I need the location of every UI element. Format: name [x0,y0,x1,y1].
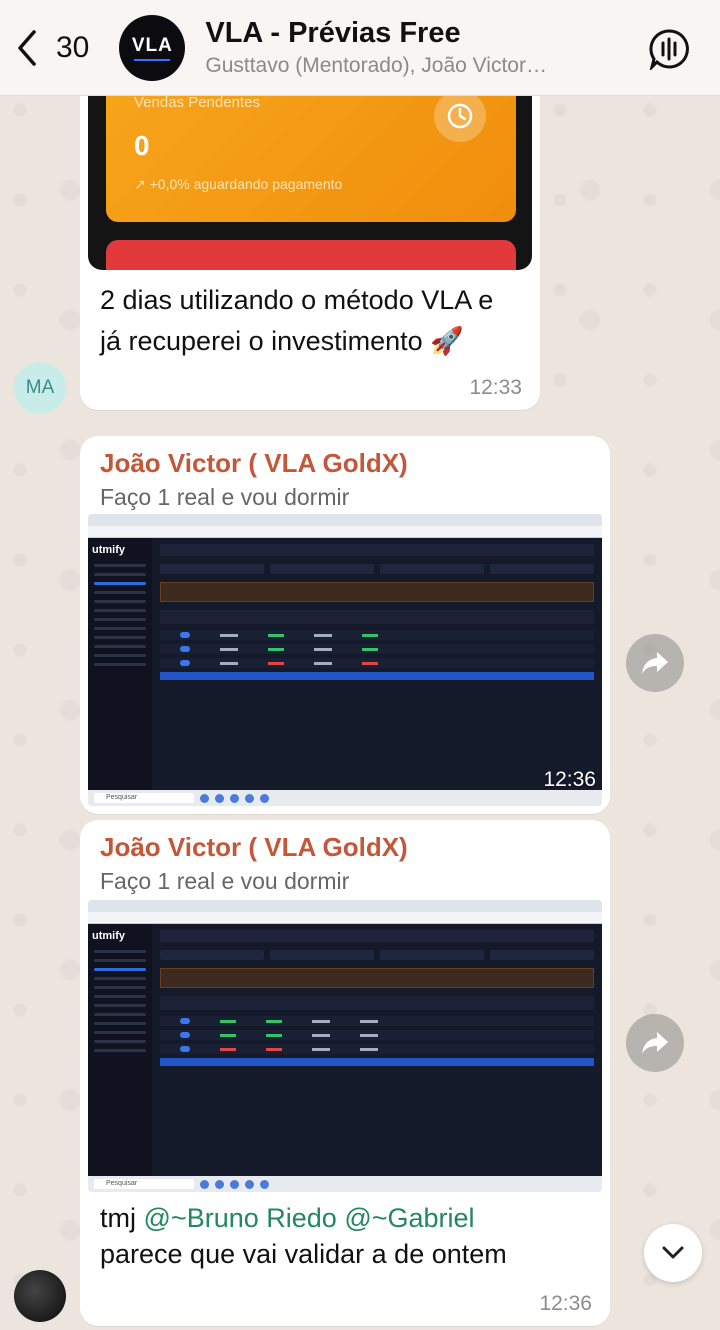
group-title: VLA - Prévias Free [205,17,461,49]
dashboard-sidebar: utmify [88,538,152,790]
message-text: tmj @~Bruno Riedo @~Gabriel parece que v… [100,1200,507,1272]
windows-taskbar: Pesquisar [88,790,602,806]
mention-link[interactable]: @~Bruno Riedo [144,1203,337,1233]
group-avatar[interactable]: VLA [119,14,186,81]
message-text: Faço 1 real e vou dormir [100,868,350,894]
browser-url-bar [88,912,602,924]
sender-name[interactable]: João Victor ( VLA GoldX) [100,832,408,863]
red-card [106,240,516,270]
back-button[interactable]: 30 [14,28,89,68]
message-image[interactable]: utmify Pesquisar [88,900,602,1192]
dashboard-screenshot: utmify [88,924,602,1176]
chevron-down-icon [662,1246,684,1259]
forward-button[interactable] [626,1014,684,1072]
message-text: 2 dias utilizando o método VLA e já recu… [100,285,494,356]
browser-tabs [88,514,602,526]
windows-taskbar: Pesquisar [88,1176,602,1192]
message-bubble[interactable]: João Victor ( VLA GoldX) Faço 1 real e v… [80,820,610,1326]
message-bubble[interactable]: Vendas Pendentes 0 ↗ +0,0% aguardando pa… [80,80,540,410]
avatar[interactable]: MA [14,362,66,414]
group-avatar-logo: VLA [131,34,173,56]
dashboard-main [152,538,602,790]
pending-sales-card: Vendas Pendentes 0 ↗ +0,0% aguardando pa… [106,80,516,222]
dashboard-screenshot: utmify [88,538,602,790]
message-time: 12:36 [539,1292,592,1315]
card-trend: ↗ +0,0% aguardando pagamento [134,176,343,192]
mention-link[interactable]: @~Gabriel [344,1203,474,1233]
chat-header: 30 VLA VLA - Prévias Free Gusttavo (Ment… [0,0,720,96]
message-text-line: parece que vai validar a de ontem [100,1239,507,1269]
avatar[interactable] [14,1270,66,1322]
message-text: Faço 1 real e vou dormir [100,484,350,510]
taskbar-search: Pesquisar [94,1179,194,1189]
browser-tabs [88,900,602,912]
scroll-down-button[interactable] [644,1224,702,1282]
dashboard-main [152,924,602,1176]
group-members: Gusttavo (Mentorado), João Victor… [205,54,547,77]
group-info[interactable]: VLA - Prévias Free Gusttavo (Mentorado),… [205,17,605,78]
card-value: 0 [134,130,150,161]
forward-icon [642,652,668,674]
message-text-prefix: tmj [100,1203,136,1233]
card-title: Vendas Pendentes [134,94,260,111]
clock-icon [434,90,486,142]
app-logo: utmify [92,544,125,556]
voice-chat-icon[interactable] [648,28,690,70]
message-time: 12:33 [469,376,522,399]
unread-count: 30 [56,30,90,64]
chevron-left-icon [18,29,36,66]
message-image[interactable]: utmify Pesquisar [88,514,602,806]
dashboard-sidebar: utmify [88,924,152,1176]
group-avatar-underline [134,58,171,61]
message-bubble[interactable]: João Victor ( VLA GoldX) Faço 1 real e v… [80,436,610,814]
forward-button[interactable] [626,634,684,692]
sender-name[interactable]: João Victor ( VLA GoldX) [100,448,408,479]
message-image[interactable]: Vendas Pendentes 0 ↗ +0,0% aguardando pa… [88,80,532,270]
browser-url-bar [88,526,602,538]
taskbar-search: Pesquisar [94,793,194,803]
message-time: 12:36 [543,768,596,791]
forward-icon [642,1032,668,1054]
app-logo: utmify [92,930,125,942]
